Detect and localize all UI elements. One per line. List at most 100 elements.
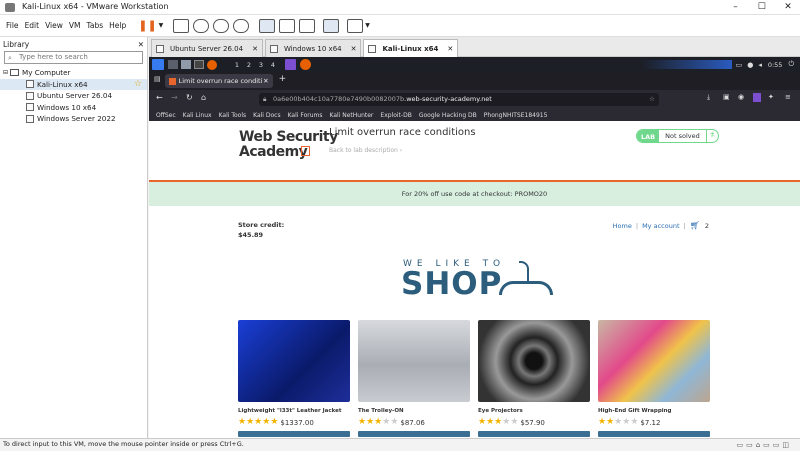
view-details-button[interactable]	[238, 431, 350, 437]
minimize-button[interactable]: –	[724, 0, 748, 15]
tab-close-icon[interactable]: ✕	[252, 45, 258, 53]
tab-win10[interactable]: Windows 10 x64 ✕	[264, 39, 362, 57]
tab-ubuntu[interactable]: Ubuntu Server 26.04 ✕	[151, 39, 263, 57]
kali-menu-icon[interactable]	[152, 59, 164, 70]
close-button[interactable]: ✕	[776, 0, 800, 15]
new-tab-button[interactable]: +	[279, 74, 287, 84]
show-library-icon[interactable]	[259, 18, 276, 33]
my-account-link[interactable]: My account	[642, 222, 679, 230]
product-image-jacket[interactable]	[238, 320, 350, 402]
snapshot-icon[interactable]	[193, 18, 210, 33]
volume-icon[interactable]: ◂	[758, 61, 762, 69]
favorite-star-icon[interactable]: ☆	[134, 79, 142, 89]
view-details-button[interactable]	[478, 431, 590, 437]
send-ctrl-alt-del-icon[interactable]	[173, 18, 190, 33]
workspace-2[interactable]: 2	[243, 61, 255, 69]
tree-vm-winserver[interactable]: Windows Server 2022	[0, 113, 147, 125]
tab-close-icon[interactable]: ✕	[263, 77, 268, 85]
menu-file[interactable]: File	[6, 21, 19, 30]
console-view-icon[interactable]	[323, 18, 340, 33]
device-icons[interactable]: ▭▭⌂▭▭◫	[736, 440, 792, 451]
home-link[interactable]: Home	[613, 222, 632, 230]
snapshot-manager-icon[interactable]	[233, 18, 250, 33]
browser-tab-active[interactable]: Limit overrun race conditi ✕	[164, 74, 273, 88]
product-image-trolley[interactable]	[358, 320, 470, 402]
files-icon[interactable]	[181, 60, 191, 69]
back-to-lab-link[interactable]: Back to lab description ›	[329, 147, 402, 154]
product-price: $57.90	[520, 418, 545, 427]
home-icon[interactable]: ⌂	[201, 93, 206, 102]
reload-icon[interactable]: ↻	[186, 93, 193, 102]
tab-close-icon[interactable]: ✕	[351, 45, 357, 53]
tab-close-icon[interactable]: ✕	[447, 45, 453, 53]
downloads-icon[interactable]: ⤓	[707, 93, 710, 102]
revert-snapshot-icon[interactable]	[213, 18, 230, 33]
view-details-button[interactable]	[598, 431, 710, 437]
collapse-icon[interactable]: ⊟	[3, 69, 8, 76]
workspace-1[interactable]: 1	[231, 61, 243, 69]
bookmark-kali-linux[interactable]: Kali Linux	[183, 112, 212, 119]
library-search-input[interactable]: ⌕ Type here to search	[4, 51, 143, 64]
thumbnail-bar-icon[interactable]	[279, 18, 296, 33]
network-icon[interactable]: ▭	[736, 61, 743, 69]
back-icon[interactable]: ←	[156, 93, 163, 102]
store-credit-label: Store credit:	[238, 221, 285, 229]
bookmark-exploit-db[interactable]: Exploit-DB	[380, 112, 411, 119]
tree-vm-kali[interactable]: Kali-Linux x64 ☆	[0, 78, 147, 90]
vm-tabs: Ubuntu Server 26.04 ✕ Windows 10 x64 ✕ Kal…	[149, 37, 800, 57]
bookmark-offsec[interactable]: OffSec	[156, 112, 176, 119]
bookmark-kali-tools[interactable]: Kali Tools	[219, 112, 247, 119]
menu-edit[interactable]: Edit	[25, 21, 40, 30]
academy-logo-line2[interactable]: Academy	[239, 144, 308, 160]
tree-vm-win10[interactable]: Windows 10 x64	[0, 102, 147, 114]
bookmark-google-hacking-db[interactable]: Google Hacking DB	[419, 112, 477, 119]
workspace-4[interactable]: 4	[267, 61, 279, 69]
extension-icon[interactable]	[753, 93, 761, 102]
clock[interactable]: 0:55	[768, 61, 783, 69]
maximize-button[interactable]: ☐	[750, 0, 774, 15]
full-screen-icon[interactable]	[299, 18, 316, 33]
power-icon[interactable]: ⏻	[788, 60, 794, 69]
library-panel: Library ✕ ⌕ Type here to search ⊟ My Com…	[0, 37, 148, 438]
tree-my-computer[interactable]: ⊟ My Computer	[0, 67, 147, 79]
library-close-button[interactable]: ✕	[138, 40, 144, 49]
tree-vm-ubuntu[interactable]: Ubuntu Server 26.04	[0, 90, 147, 102]
stretch-dropdown-icon[interactable]: ▼	[365, 22, 370, 29]
menu-icon[interactable]: ≡	[785, 93, 791, 101]
bookmark-phong[interactable]: PhongNHITSE184915	[484, 112, 548, 119]
academy-logo-line1[interactable]: Web Security	[239, 129, 338, 145]
menu-view[interactable]: View	[45, 21, 63, 30]
cart-icon[interactable]: 🛒︎	[690, 221, 700, 230]
bookmark-kali-forums[interactable]: Kali Forums	[288, 112, 323, 119]
cart-count[interactable]: 2	[705, 222, 709, 230]
workspace-3[interactable]: 3	[255, 61, 267, 69]
forward-icon[interactable]: →	[171, 93, 178, 102]
status-bar: To direct input to this VM, move the mou…	[0, 438, 800, 450]
firefox-icon[interactable]	[207, 59, 217, 70]
notification-icon[interactable]: ●	[747, 61, 753, 69]
screenshot-icon[interactable]: ▣	[723, 93, 730, 101]
menu-tabs[interactable]: Tabs	[87, 21, 104, 30]
tab-kali[interactable]: Kali-Linux x64 ✕	[363, 39, 459, 57]
bookmark-kali-nethunter[interactable]: Kali NetHunter	[329, 112, 373, 119]
stretch-guest-icon[interactable]	[347, 18, 364, 33]
product-image-gift-wrap[interactable]	[598, 320, 710, 402]
menu-vm[interactable]: VM	[69, 21, 81, 30]
view-details-button[interactable]	[358, 431, 470, 437]
product-image-eye[interactable]	[478, 320, 590, 402]
dropdown-icon[interactable]: ▼	[159, 22, 164, 29]
account-icon[interactable]: ◉	[738, 93, 744, 101]
product-rating: ★★★★★ $1337.00	[238, 418, 350, 427]
extensions-icon[interactable]: ✦	[768, 93, 774, 101]
pause-icon[interactable]: ❚❚	[138, 19, 156, 32]
burp-icon[interactable]	[285, 59, 296, 70]
tab-list-icon[interactable]: ▤	[154, 75, 161, 83]
product-price: $1337.00	[280, 418, 314, 427]
bookmark-star-icon[interactable]: ☆	[649, 93, 655, 106]
bookmark-kali-docs[interactable]: Kali Docs	[253, 112, 280, 119]
firefox-running-icon[interactable]	[300, 59, 311, 70]
app-icon[interactable]	[168, 60, 178, 69]
menu-help[interactable]: Help	[109, 21, 126, 30]
url-bar[interactable]: 🔒︎ 0a6e00b404c10a7780e7490b0082007b.web-…	[259, 93, 659, 106]
terminal-icon[interactable]	[194, 60, 204, 69]
